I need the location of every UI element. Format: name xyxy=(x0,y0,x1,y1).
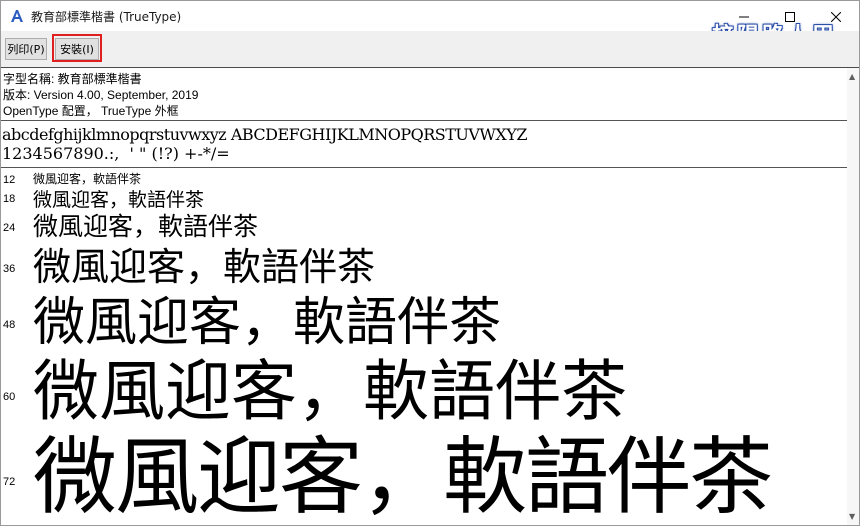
print-button[interactable]: 列印(P) xyxy=(5,38,47,60)
vertical-scrollbar[interactable]: ▲ ▼ xyxy=(847,68,859,525)
font-name-line: 字型名稱: 教育部標準楷書 xyxy=(3,72,142,86)
size-label-48: 48 xyxy=(3,319,16,331)
size-label-24: 24 xyxy=(3,222,16,234)
size-label-60: 60 xyxy=(3,391,16,403)
font-preview-pane: 字型名稱: 教育部標準楷書 版本: Version 4.00, Septembe… xyxy=(1,68,859,525)
size-label-18: 18 xyxy=(3,193,16,205)
charset-letters: abcdefghijklmnopqrstuvwxyz ABCDEFGHIJKLM… xyxy=(2,125,527,144)
charset-divider xyxy=(1,167,859,168)
font-type-line: OpenType 配置， TrueType 外框 xyxy=(3,104,179,118)
info-divider xyxy=(1,120,859,121)
install-button-highlight xyxy=(52,34,102,62)
font-app-icon xyxy=(9,8,25,24)
toolbar: 列印(P) 安裝(I) xyxy=(1,31,859,67)
size-label-72: 72 xyxy=(3,476,16,488)
size-label-12: 12 xyxy=(3,174,16,186)
font-version-line: 版本: Version 4.00, September, 2019 xyxy=(3,88,199,102)
size-label-36: 36 xyxy=(3,263,16,275)
scroll-down-icon[interactable]: ▼ xyxy=(849,512,855,521)
font-viewer-window: 教育部標準楷書 (TrueType) 梓陽路人甲 列印(P) 安裝(I) 字型名… xyxy=(0,0,860,526)
scroll-up-icon[interactable]: ▲ xyxy=(849,72,855,81)
window-title: 教育部標準楷書 (TrueType) xyxy=(31,10,182,24)
charset-digits: 1234567890.:, ' " (!?) +-*/= xyxy=(2,144,230,163)
sample-text-72: 微風迎客，軟語伴茶 xyxy=(33,428,773,526)
